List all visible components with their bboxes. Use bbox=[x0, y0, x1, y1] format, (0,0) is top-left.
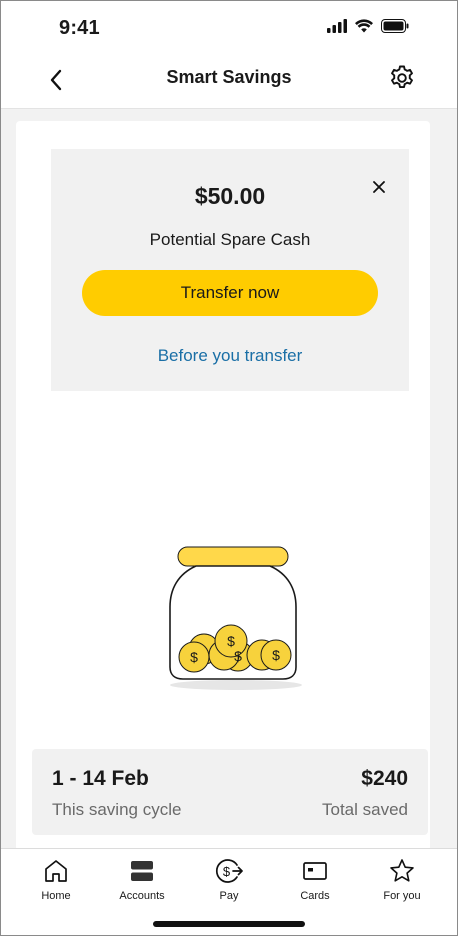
battery-icon bbox=[381, 19, 409, 33]
tab-bar: Home Accounts $ Pay Cards For you bbox=[1, 848, 457, 910]
gear-icon bbox=[391, 65, 413, 89]
tab-accounts[interactable]: Accounts bbox=[107, 857, 177, 909]
coin-symbol: $ bbox=[227, 633, 235, 649]
transfer-now-button[interactable]: Transfer now bbox=[82, 270, 378, 316]
header: Smart Savings bbox=[1, 55, 457, 107]
before-you-transfer-link[interactable]: Before you transfer bbox=[51, 346, 409, 366]
savings-card: $50.00 Potential Spare Cash Transfer now… bbox=[16, 121, 430, 851]
tab-label: Pay bbox=[219, 890, 239, 902]
svg-text:$: $ bbox=[223, 864, 231, 879]
total-saved-amount: $240 bbox=[361, 767, 408, 790]
tab-label: Accounts bbox=[119, 890, 165, 902]
savings-jar-illustration: $ $ $ $ bbox=[169, 546, 302, 690]
pay-icon: $ bbox=[215, 857, 243, 885]
card-icon bbox=[301, 857, 329, 885]
spare-cash-panel: $50.00 Potential Spare Cash Transfer now… bbox=[51, 149, 409, 391]
tab-home[interactable]: Home bbox=[21, 857, 91, 909]
tab-label: Home bbox=[41, 890, 71, 902]
coin-symbol: $ bbox=[234, 648, 242, 664]
total-saved-label: Total saved bbox=[322, 800, 408, 819]
content-area: $50.00 Potential Spare Cash Transfer now… bbox=[1, 108, 457, 851]
cycle-label: This saving cycle bbox=[52, 800, 182, 819]
status-time: 9:41 bbox=[59, 17, 100, 39]
home-indicator[interactable] bbox=[153, 921, 305, 927]
cycle-range: 1 - 14 Feb bbox=[52, 767, 149, 790]
coin-symbol: $ bbox=[272, 647, 280, 663]
tab-for-you[interactable]: For you bbox=[367, 857, 437, 909]
tab-pay[interactable]: $ Pay bbox=[194, 857, 264, 909]
spare-cash-amount: $50.00 bbox=[194, 183, 266, 209]
star-icon bbox=[388, 857, 416, 885]
status-icons bbox=[327, 19, 409, 33]
saving-cycle-summary: 1 - 14 Feb This saving cycle $240 Total … bbox=[32, 749, 428, 835]
tab-label: Cards bbox=[300, 890, 330, 902]
home-icon bbox=[42, 857, 70, 885]
status-bar: 9:41 bbox=[1, 1, 457, 55]
tab-label: For you bbox=[383, 890, 421, 902]
coin-symbol: $ bbox=[190, 649, 198, 665]
settings-button[interactable] bbox=[387, 63, 417, 93]
phone-screen: 9:41 Smart Savings $50.00 Potential Spar… bbox=[0, 0, 458, 936]
wifi-icon bbox=[355, 19, 373, 33]
tab-cards[interactable]: Cards bbox=[280, 857, 350, 909]
spare-cash-label: Potential Spare Cash bbox=[149, 230, 311, 249]
accounts-icon bbox=[128, 857, 156, 885]
signal-icon bbox=[327, 19, 347, 33]
